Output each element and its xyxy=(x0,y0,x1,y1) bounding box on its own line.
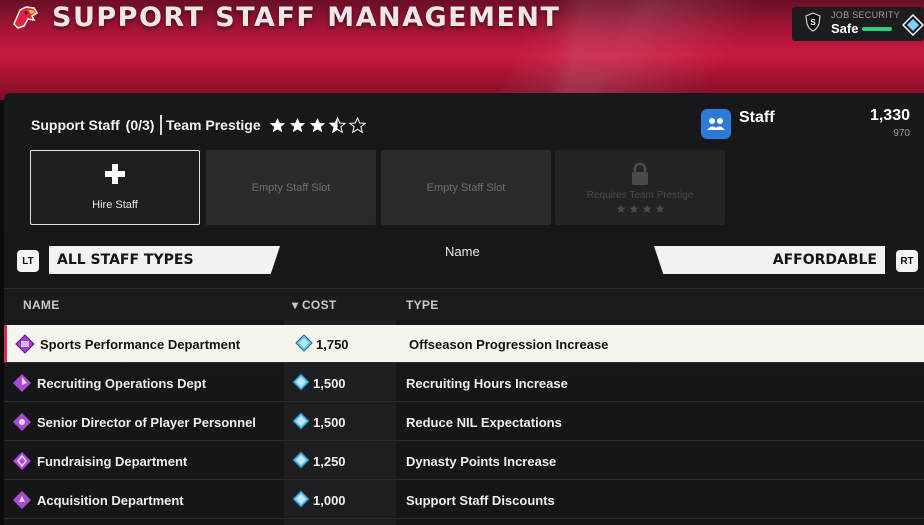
row-name: Fundraising Department xyxy=(37,454,188,469)
locked-slot-stars xyxy=(616,204,665,214)
cost-gem-icon xyxy=(292,373,310,391)
star-empty-icon xyxy=(348,116,366,133)
shield-icon: S xyxy=(805,12,821,32)
table-row[interactable]: Sports Performance Department 1,750 Offs… xyxy=(4,325,924,363)
star-icon xyxy=(616,204,625,213)
staff-summary: Support Staff (0/3) Team Prestige xyxy=(31,115,366,135)
column-header-cost[interactable]: ▾ COST xyxy=(292,298,337,312)
star-half-icon xyxy=(328,116,346,133)
star-icon xyxy=(655,204,664,213)
staff-icon xyxy=(701,109,731,139)
job-security-indicator: S JOB SECURITY Safe xyxy=(792,7,924,41)
hire-staff-button[interactable]: Hire Staff xyxy=(30,150,200,225)
row-type: Offseason Progression Increase xyxy=(409,337,609,352)
table-header: NAME ▾ COST TYPE xyxy=(4,288,924,320)
staff-type-filter[interactable]: ALL STAFF TYPES xyxy=(49,246,280,274)
row-type: Recruiting Hours Increase xyxy=(406,376,568,391)
star-icon xyxy=(629,204,638,213)
rt-trigger-button[interactable]: RT xyxy=(896,250,918,272)
summary-divider xyxy=(160,115,162,135)
row-cost: 1,500 xyxy=(313,415,346,430)
job-security-value: Safe xyxy=(831,21,859,36)
staff-type-icon xyxy=(15,334,35,354)
staff-type-icon xyxy=(13,452,31,470)
row-cost: 1,250 xyxy=(313,454,346,469)
page-title: SUPPORT STAFF MANAGEMENT xyxy=(52,2,561,33)
empty-slot-label: Empty Staff Slot xyxy=(426,181,506,194)
table-row[interactable]: Acquisition Department 1,000 Support Sta… xyxy=(4,481,924,519)
header-banner: SUPPORT STAFF MANAGEMENT S JOB SECURITY … xyxy=(0,0,924,100)
cost-gem-icon xyxy=(292,451,310,469)
table-row[interactable]: Senior Director of Player Personnel 1,50… xyxy=(4,403,924,441)
staff-currency-total: 1,330 xyxy=(869,107,910,124)
lock-icon xyxy=(632,162,648,185)
staff-type-icon xyxy=(13,374,31,392)
cost-gem-icon xyxy=(292,490,310,508)
locked-staff-slot: Requires Team Prestige xyxy=(555,150,725,225)
column-header-name[interactable]: NAME xyxy=(23,298,60,312)
cost-gem-icon xyxy=(295,334,313,352)
team-logo-icon xyxy=(13,6,39,29)
row-cost: 1,750 xyxy=(316,337,349,352)
support-staff-count: (0/3) xyxy=(125,117,155,133)
empty-staff-slot[interactable]: Empty Staff Slot xyxy=(206,150,376,225)
row-name: Acquisition Department xyxy=(37,493,184,508)
sort-label: Name xyxy=(445,244,480,259)
star-filled-icon xyxy=(269,117,285,132)
staff-currency-label: Staff xyxy=(739,109,775,126)
row-name: Recruiting Operations Dept xyxy=(37,376,207,391)
diamond-icon xyxy=(902,14,924,36)
row-name: Senior Director of Player Personnel xyxy=(37,415,256,430)
team-prestige-stars xyxy=(269,116,366,134)
lt-trigger-button[interactable]: LT xyxy=(17,250,39,272)
job-security-bar xyxy=(862,27,892,31)
hire-staff-label: Hire Staff xyxy=(92,199,138,211)
staff-type-icon xyxy=(13,491,31,509)
column-header-type[interactable]: TYPE xyxy=(406,298,439,312)
column-header-cost-label: COST xyxy=(301,298,337,312)
table-row[interactable]: Fundraising Department 1,250 Dynasty Poi… xyxy=(4,442,924,480)
sort-arrow-icon: ▾ xyxy=(292,298,299,312)
row-cost: 1,500 xyxy=(313,376,346,391)
job-security-label: JOB SECURITY xyxy=(831,10,901,20)
row-type: Dynasty Points Increase xyxy=(406,454,557,469)
empty-staff-slot[interactable]: Empty Staff Slot xyxy=(381,150,551,225)
empty-slot-label: Empty Staff Slot xyxy=(251,181,331,194)
star-filled-icon xyxy=(309,117,325,132)
support-staff-label: Support Staff xyxy=(31,117,120,133)
row-name: Sports Performance Department xyxy=(40,337,241,352)
cost-gem-icon xyxy=(292,412,310,430)
row-type: Support Staff Discounts xyxy=(406,493,555,508)
locked-slot-label: Requires Team Prestige xyxy=(586,189,694,201)
team-prestige-label: Team Prestige xyxy=(165,117,261,133)
staff-currency-sub: 970 xyxy=(893,128,910,139)
staff-panel: Support Staff (0/3) Team Prestige Staff … xyxy=(4,93,924,525)
star-icon xyxy=(642,204,651,213)
star-filled-icon xyxy=(289,117,305,132)
svg-text:S: S xyxy=(810,18,816,27)
row-cost: 1,000 xyxy=(313,493,346,508)
table-row[interactable]: Recruiting Operations Dept 1,500 Recruit… xyxy=(4,364,924,402)
row-type: Reduce NIL Expectations xyxy=(406,415,562,430)
affordable-filter[interactable]: AFFORDABLE xyxy=(654,246,885,274)
plus-icon xyxy=(105,164,125,184)
staff-type-icon xyxy=(13,413,31,431)
